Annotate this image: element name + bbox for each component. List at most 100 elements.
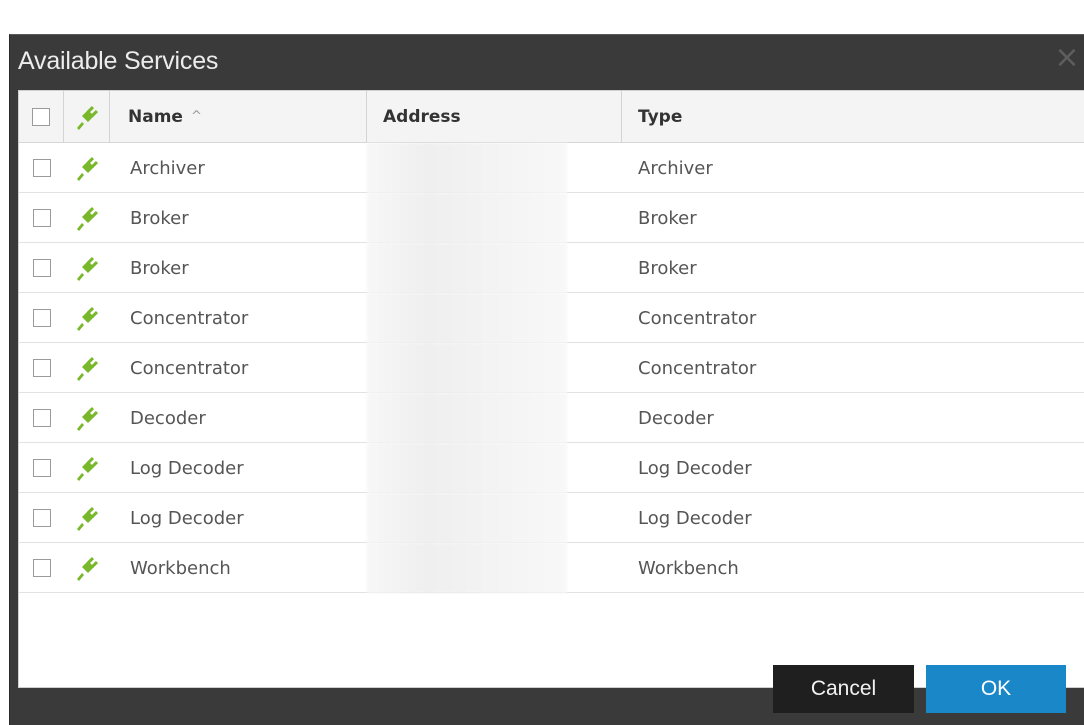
address-redacted	[367, 143, 567, 193]
service-name: Workbench	[130, 557, 231, 579]
name-cell: Broker	[110, 193, 367, 243]
select-all-checkbox[interactable]	[32, 107, 50, 126]
table-row[interactable]: Concentrator Concentrator	[19, 343, 1084, 393]
status-column-header	[64, 91, 110, 142]
table-row[interactable]: Log Decoder Log Decoder	[19, 493, 1084, 543]
name-cell: Decoder	[110, 393, 367, 443]
row-checkbox[interactable]	[32, 209, 51, 227]
table-row[interactable]: Workbench Workbench	[19, 543, 1084, 593]
type-cell: Log Decoder	[622, 443, 1084, 493]
address-column-header[interactable]: Address	[367, 91, 622, 142]
address-redacted	[367, 293, 567, 343]
row-select-cell	[19, 443, 64, 493]
name-cell: Log Decoder	[110, 493, 367, 543]
available-services-dialog: Available Services × Name ^ Address Type…	[9, 34, 1084, 725]
service-type: Concentrator	[638, 357, 757, 379]
address-cell	[367, 293, 622, 343]
service-name: Log Decoder	[130, 507, 244, 529]
address-cell	[367, 543, 622, 593]
name-cell: Concentrator	[110, 293, 367, 343]
cancel-button[interactable]: Cancel	[773, 665, 914, 713]
status-cell	[64, 493, 110, 543]
service-name: Concentrator	[130, 307, 249, 329]
row-checkbox[interactable]	[32, 159, 51, 177]
grid-body: Archiver Archiver Broker Broker Broker Broker…	[19, 143, 1084, 593]
type-cell: Broker	[622, 193, 1084, 243]
row-checkbox[interactable]	[32, 259, 51, 277]
row-select-cell	[19, 393, 64, 443]
type-cell: Log Decoder	[622, 493, 1084, 543]
status-cell	[64, 243, 110, 293]
grid-header: Name ^ Address Type	[19, 91, 1084, 143]
plug-icon	[73, 254, 101, 282]
row-checkbox[interactable]	[32, 509, 51, 527]
address-cell	[367, 143, 622, 193]
address-cell	[367, 243, 622, 293]
address-redacted	[367, 493, 567, 543]
service-name: Concentrator	[130, 357, 249, 379]
plug-icon	[73, 154, 101, 182]
plug-icon	[73, 504, 101, 532]
type-cell: Concentrator	[622, 343, 1084, 393]
type-cell: Decoder	[622, 393, 1084, 443]
services-grid: Name ^ Address Type Archiver Archiver Brok…	[18, 90, 1084, 688]
plug-icon	[73, 204, 101, 232]
table-row[interactable]: Concentrator Concentrator	[19, 293, 1084, 343]
address-cell	[367, 193, 622, 243]
row-checkbox[interactable]	[32, 359, 51, 377]
ok-button[interactable]: OK	[926, 665, 1066, 713]
name-cell: Archiver	[110, 143, 367, 193]
service-name: Broker	[130, 207, 189, 229]
service-type: Decoder	[638, 407, 714, 429]
table-row[interactable]: Broker Broker	[19, 193, 1084, 243]
sort-ascending-icon: ^	[190, 109, 202, 124]
service-type: Log Decoder	[638, 507, 752, 529]
type-cell: Broker	[622, 243, 1084, 293]
address-cell	[367, 443, 622, 493]
row-select-cell	[19, 293, 64, 343]
plug-icon	[73, 554, 101, 582]
plug-icon	[73, 354, 101, 382]
row-select-cell	[19, 343, 64, 393]
status-cell	[64, 543, 110, 593]
row-checkbox[interactable]	[32, 409, 51, 427]
row-select-cell	[19, 243, 64, 293]
status-cell	[64, 343, 110, 393]
address-redacted	[367, 193, 567, 243]
name-cell: Broker	[110, 243, 367, 293]
row-checkbox[interactable]	[32, 559, 51, 577]
service-type: Concentrator	[638, 307, 757, 329]
address-redacted	[367, 443, 567, 493]
row-checkbox[interactable]	[32, 459, 51, 477]
status-cell	[64, 143, 110, 193]
address-redacted	[367, 393, 567, 443]
service-name: Log Decoder	[130, 457, 244, 479]
type-cell: Workbench	[622, 543, 1084, 593]
name-column-header[interactable]: Name ^	[110, 91, 367, 142]
type-column-header[interactable]: Type	[622, 91, 1084, 142]
row-checkbox[interactable]	[32, 309, 51, 327]
name-cell: Workbench	[110, 543, 367, 593]
service-type: Workbench	[638, 557, 739, 579]
table-row[interactable]: Decoder Decoder	[19, 393, 1084, 443]
table-row[interactable]: Log Decoder Log Decoder	[19, 443, 1084, 493]
name-cell: Log Decoder	[110, 443, 367, 493]
type-cell: Concentrator	[622, 293, 1084, 343]
status-cell	[64, 443, 110, 493]
close-icon[interactable]: ×	[1054, 43, 1080, 73]
row-select-cell	[19, 493, 64, 543]
plug-icon	[73, 304, 101, 332]
service-name: Decoder	[130, 407, 206, 429]
table-row[interactable]: Archiver Archiver	[19, 143, 1084, 193]
service-type: Broker	[638, 257, 697, 279]
name-header-label: Name	[128, 106, 183, 127]
status-cell	[64, 393, 110, 443]
address-cell	[367, 493, 622, 543]
row-select-cell	[19, 193, 64, 243]
type-header-label: Type	[638, 106, 683, 127]
address-header-label: Address	[383, 106, 461, 127]
plug-icon	[73, 103, 101, 131]
table-row[interactable]: Broker Broker	[19, 243, 1084, 293]
address-redacted	[367, 343, 567, 393]
status-cell	[64, 293, 110, 343]
